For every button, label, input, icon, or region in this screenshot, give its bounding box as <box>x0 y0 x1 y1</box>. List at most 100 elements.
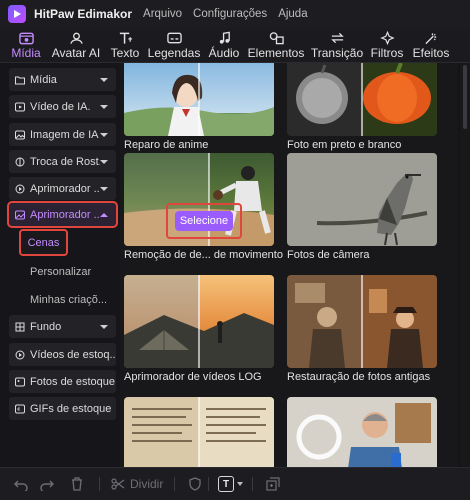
tab-label: Mídia <box>11 46 41 60</box>
sidebar-item-gifs-estoque[interactable]: GIFs de estoque <box>9 397 116 420</box>
card-caption: Restauração de fotos antigas <box>287 371 431 383</box>
select-highlight: Selecione <box>166 203 242 239</box>
face-swap-icon <box>15 157 25 167</box>
thumbnail[interactable] <box>287 275 437 368</box>
sidebar-item-label: GIFs de estoque <box>30 402 112 415</box>
music-note-icon <box>216 31 232 45</box>
tab-efeitos[interactable]: Efeitos <box>412 30 450 61</box>
tab-label: Áudio <box>208 46 240 60</box>
chevron-down-icon <box>100 132 108 137</box>
thumbnail[interactable] <box>287 153 437 246</box>
divider <box>252 477 253 491</box>
card-caption: Fotos de câmera <box>287 249 370 261</box>
divider <box>208 477 209 491</box>
sidebar-item-label: Fotos de estoque <box>30 375 116 388</box>
sidebar-subitem-minhas-criacoes[interactable]: Minhas criaçõ... <box>30 294 107 306</box>
sidebar-item-label: Vídeos de estoq... <box>30 348 116 361</box>
enhancer-icon <box>15 184 25 194</box>
chevron-down-icon <box>100 186 108 191</box>
sidebar-item-fundo[interactable]: Fundo <box>9 315 116 338</box>
chevron-down-icon <box>237 482 243 486</box>
video-icon <box>15 102 25 112</box>
sidebar-item-midia[interactable]: Mídia <box>9 68 116 91</box>
tab-label: Efeitos <box>412 46 450 60</box>
tab-midia[interactable]: Mídia <box>10 30 42 61</box>
content-scrollbar[interactable] <box>460 63 470 467</box>
sidebar-item-label: Aprimorador ... <box>30 208 100 221</box>
divider <box>99 477 100 491</box>
card-caption: Remoção de de... de movimento <box>124 249 283 261</box>
chevron-up-icon <box>100 212 108 217</box>
text-icon <box>117 31 133 45</box>
sidebar-item-label: Aprimorador ... <box>30 182 100 195</box>
thumbnail[interactable] <box>124 275 274 368</box>
avatar-icon <box>68 31 84 45</box>
undo-icon[interactable] <box>14 476 28 492</box>
image-icon <box>15 130 25 140</box>
thumbnail[interactable] <box>124 63 274 136</box>
tab-legendas[interactable]: Legendas <box>148 30 200 61</box>
tab-label: Legendas <box>147 46 201 60</box>
sidebar-item-label: Vídeo de IA. <box>30 100 91 113</box>
stock-photo-icon <box>15 377 25 387</box>
sidebar-subitem-personalizar[interactable]: Personalizar <box>30 266 91 278</box>
chevron-down-icon <box>100 77 108 82</box>
split-label: Dividir <box>130 477 164 491</box>
timeline-toolbar: Dividir T <box>0 467 470 500</box>
image-enhancer-icon <box>15 210 25 220</box>
stock-video-icon <box>15 350 25 360</box>
chevron-down-icon <box>100 159 108 164</box>
chevron-down-icon <box>100 324 108 329</box>
shield-icon[interactable] <box>188 476 202 492</box>
text-tool-icon: T <box>218 476 234 492</box>
sidebar-item-video-ia[interactable]: Vídeo de IA. <box>9 95 116 118</box>
tab-label: Avatar AI <box>51 46 101 60</box>
redo-icon[interactable] <box>40 476 54 492</box>
thumbnail[interactable] <box>124 397 274 467</box>
background-icon <box>15 322 25 332</box>
scissors-icon <box>111 477 125 491</box>
text-tool-dropdown[interactable]: T <box>218 476 243 492</box>
sidebar-item-label: Troca de Rost... <box>30 155 100 168</box>
menu-configuracoes[interactable]: Configurações <box>193 8 267 20</box>
thumbnail[interactable] <box>287 63 437 136</box>
folder-icon <box>15 75 25 85</box>
elements-icon <box>268 31 284 45</box>
sidebar-item-label: Imagem de IA <box>30 128 99 141</box>
app-logo-icon <box>8 5 26 23</box>
main-toolbar: Mídia Avatar AI Texto Legendas Áudio Ele… <box>0 28 470 63</box>
menu-ajuda[interactable]: Ajuda <box>278 8 307 20</box>
split-button[interactable]: Dividir <box>111 476 163 492</box>
tab-transicao[interactable]: Transição <box>311 30 363 61</box>
tab-avatar-ai[interactable]: Avatar AI <box>51 30 101 61</box>
add-layer-icon[interactable] <box>266 476 280 492</box>
delete-icon[interactable] <box>70 476 84 492</box>
tab-label: Filtros <box>370 46 404 60</box>
sidebar-item-label: Mídia <box>30 73 57 86</box>
thumbnail[interactable] <box>287 397 437 467</box>
tab-filtros[interactable]: Filtros <box>371 30 403 61</box>
tab-audio[interactable]: Áudio <box>207 30 241 61</box>
sidebar-item-label: Fundo <box>30 320 62 333</box>
scenes-grid: Reparo de anime Foto em preto e branco S… <box>120 63 458 467</box>
menu-arquivo[interactable]: Arquivo <box>143 8 182 20</box>
select-button[interactable]: Selecione <box>175 211 233 231</box>
divider <box>174 477 175 491</box>
card-caption: Aprimorador de vídeos LOG <box>124 371 262 383</box>
tab-texto[interactable]: Texto <box>110 30 140 61</box>
sidebar-item-imagem-ia[interactable]: Imagem de IA <box>9 123 116 146</box>
title-bar: HitPaw Edimakor Arquivo Configurações Aj… <box>0 0 470 28</box>
filters-icon <box>379 31 395 45</box>
card-caption: Foto em preto e branco <box>287 139 402 151</box>
sidebar-item-aprimorador-video[interactable]: Aprimorador ... <box>9 177 116 200</box>
scrollbar-thumb[interactable] <box>463 65 467 129</box>
transition-icon <box>329 31 345 45</box>
chevron-down-icon <box>100 104 108 109</box>
sidebar-item-troca-rosto[interactable]: Troca de Rost... <box>9 150 116 173</box>
sidebar-item-fotos-estoque[interactable]: Fotos de estoque <box>9 370 116 393</box>
sidebar-item-aprimorador-imagem[interactable]: Aprimorador ... <box>7 201 118 228</box>
sidebar-item-videos-estoque[interactable]: Vídeos de estoq... <box>9 343 116 366</box>
tab-label: Elementos <box>247 46 305 60</box>
sidebar-subitem-cenas[interactable]: Cenas <box>19 229 68 256</box>
tab-elementos[interactable]: Elementos <box>248 30 304 61</box>
